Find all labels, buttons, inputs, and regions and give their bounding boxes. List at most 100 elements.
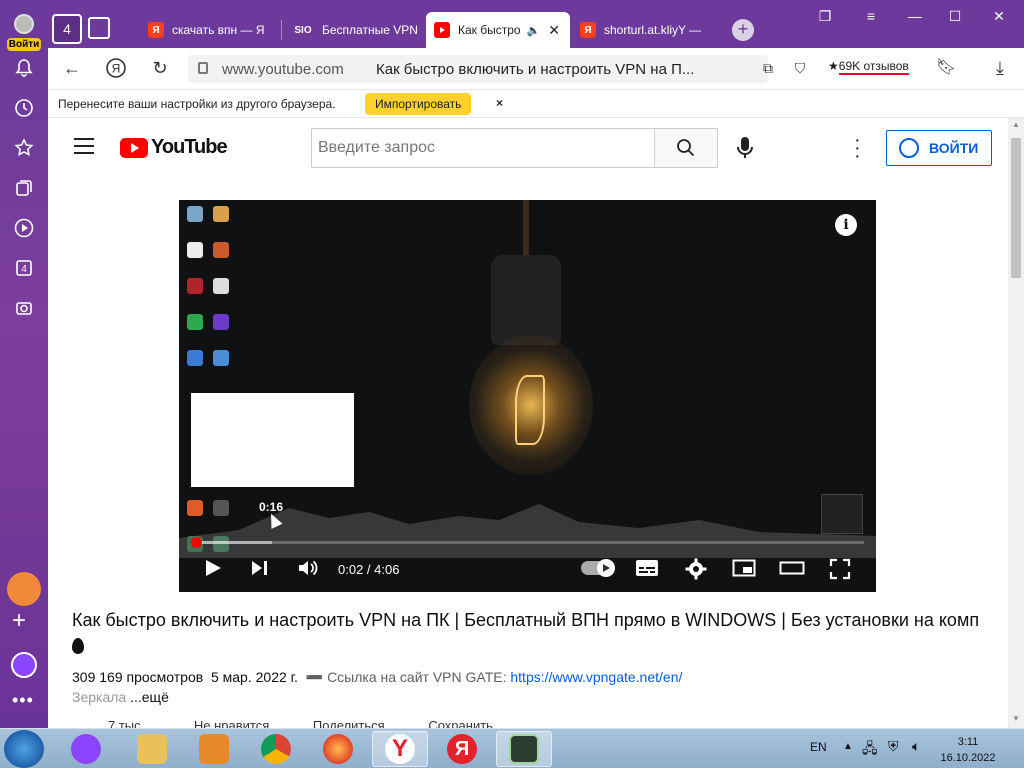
add-app-icon[interactable]: + [12,607,26,635]
minimize-icon[interactable]: — [900,8,930,24]
taskbar-task-manager[interactable] [496,731,552,767]
settings-button[interactable] [685,558,707,585]
more-icon[interactable]: ••• [12,690,34,711]
copy-link-icon[interactable]: ⧉ [756,57,780,81]
youtube-login-button[interactable]: ВОЙТИ [886,130,992,166]
video-title: Как быстро включить и настроить VPN на П… [72,607,992,659]
network-icon[interactable]: 🖧︎ [862,738,878,762]
close-window-icon[interactable]: ✕ [984,8,1014,25]
alice-icon[interactable] [11,652,37,678]
subtitles-button[interactable] [635,558,659,583]
history-icon[interactable] [10,94,38,122]
back-button[interactable]: ← [60,57,84,81]
login-button[interactable]: Войти [4,14,44,52]
bulb-socket [491,255,561,345]
scroll-up-icon[interactable]: ▲ [1011,120,1021,130]
protect-icon[interactable]: ⛉ [788,57,812,81]
youtube-logo[interactable]: YouTube [120,136,228,159]
volume-button[interactable] [297,558,319,583]
seek-preview-thumbnail [191,393,354,487]
maximize-icon[interactable]: ☐ [940,8,970,25]
antivirus-icon[interactable]: ⛨ [888,738,899,755]
scroll-thumb[interactable] [1011,138,1021,278]
star-icon[interactable] [10,134,38,162]
tab-free-vpn[interactable]: SIO Бесплатные VPN [284,12,424,48]
settings-dots-icon[interactable]: · · · [854,130,861,166]
new-tab-button[interactable]: + [732,19,754,41]
bookmark-icon[interactable]: 🔖︎ [934,57,958,81]
info-icon[interactable]: i [835,214,857,236]
collections-icon[interactable] [10,174,38,202]
miniplayer-button[interactable] [732,558,756,583]
reviews-badge[interactable]: ★69K отзывов [828,59,909,75]
language-indicator[interactable]: EN [810,740,827,754]
yandex-button[interactable]: Я [104,57,128,81]
microphone-icon[interactable] [736,136,754,165]
menu-icon[interactable]: ≡ [856,8,886,24]
lock-icon[interactable] [198,62,208,74]
scroll-down-icon[interactable]: ▼ [1011,714,1021,724]
star-icon: ★ [828,59,839,73]
tray-expand-icon[interactable]: ▲ [843,741,853,752]
search-button[interactable] [654,128,718,168]
vpngate-link[interactable]: https://www.vpngate.net/en/ [510,669,682,685]
taskbar-alice[interactable] [58,731,114,767]
tab-bar: 4 Я скачать впн — Я SIO Бесплатные VPN К… [48,0,1024,48]
system-clock[interactable]: 3:11 16.10.2022 [938,734,998,766]
tab-label: Бесплатные VPN [322,23,418,37]
new-window-icon[interactable] [88,17,110,39]
video-icon[interactable] [10,214,38,242]
theater-icon [779,561,805,575]
tab-close-icon[interactable]: ✕ [548,22,560,39]
import-button[interactable]: Импортировать [365,93,472,115]
download-icon[interactable]: ⤓ [988,57,1012,81]
show-more-button[interactable]: ...ещё [130,689,169,705]
bell-icon[interactable] [10,54,38,82]
screenshot-icon[interactable] [10,294,38,322]
url-field[interactable]: www.youtube.com Как быстро включить и на… [188,55,768,83]
audio-playing-icon[interactable]: 🔈 [527,24,541,37]
taskbar-chrome[interactable] [248,731,304,767]
taskbar-firefox[interactable] [310,731,366,767]
tab-yandex-search[interactable]: Я скачать впн — Я [140,12,282,48]
video-meta[interactable]: 309 169 просмотров 5 мар. 2022 г. ➖ Ссыл… [72,669,682,686]
save-button[interactable]: Сохранить [428,718,493,728]
mail-app-icon[interactable] [7,572,41,606]
youtube-header: YouTube Введите запрос · · · ВОЙТИ [48,118,1008,176]
volume-icon [299,560,318,576]
theater-mode-button[interactable] [779,558,805,583]
fullscreen-icon [829,558,851,580]
next-button[interactable] [249,558,269,583]
yandex-favicon-icon: Я [580,22,596,38]
taskbar-yandex-browser[interactable]: Y [372,731,428,767]
clock-time: 3:11 [957,736,979,748]
hamburger-menu-icon[interactable] [74,138,94,159]
progress-bar[interactable] [191,537,864,548]
speaker-icon[interactable]: 🔈︎ [912,738,920,755]
taskbar-file-explorer[interactable] [124,731,180,767]
start-button[interactable] [4,730,44,768]
firefox-icon [323,734,353,764]
like-button[interactable]: 7 тыс. [108,718,144,728]
tab-shorturl[interactable]: Я shorturl.at.kliyY — [572,12,712,48]
autoplay-toggle[interactable] [581,559,615,577]
share-button[interactable]: Поделиться [313,718,385,728]
video-player[interactable]: i 0:16 0:02 / 4:06 [179,200,876,592]
dislike-button[interactable]: Не нравится [194,718,269,728]
page-scrollbar[interactable]: ▲ ▼ [1008,118,1024,728]
tab-youtube-active[interactable]: Как быстро 🔈 ✕ [426,12,570,48]
tab-count-icon[interactable]: 4 [10,254,38,282]
yandex-sidebar: Войти 4 + ••• [0,0,48,728]
play-button[interactable] [203,558,223,583]
tab-label: скачать впн — Я [172,23,265,37]
fullscreen-button[interactable] [829,558,851,585]
windows-taskbar: Y Я EN ▲ 🖧︎ ⛨ 🔈︎ 3:11 16.10.2022 [0,728,1024,768]
taskbar-yandex[interactable]: Я [434,731,490,767]
search-input[interactable]: Введите запрос [311,128,655,168]
pin-window-icon[interactable]: ❐ [810,8,840,25]
taskbar-media-player[interactable] [186,731,242,767]
tabs-home-button[interactable]: 4 [52,14,82,44]
description-more[interactable]: Зеркала ...ещё [72,689,169,705]
close-notice-icon[interactable]: × [496,96,503,110]
reload-button[interactable]: ↻ [148,57,172,81]
